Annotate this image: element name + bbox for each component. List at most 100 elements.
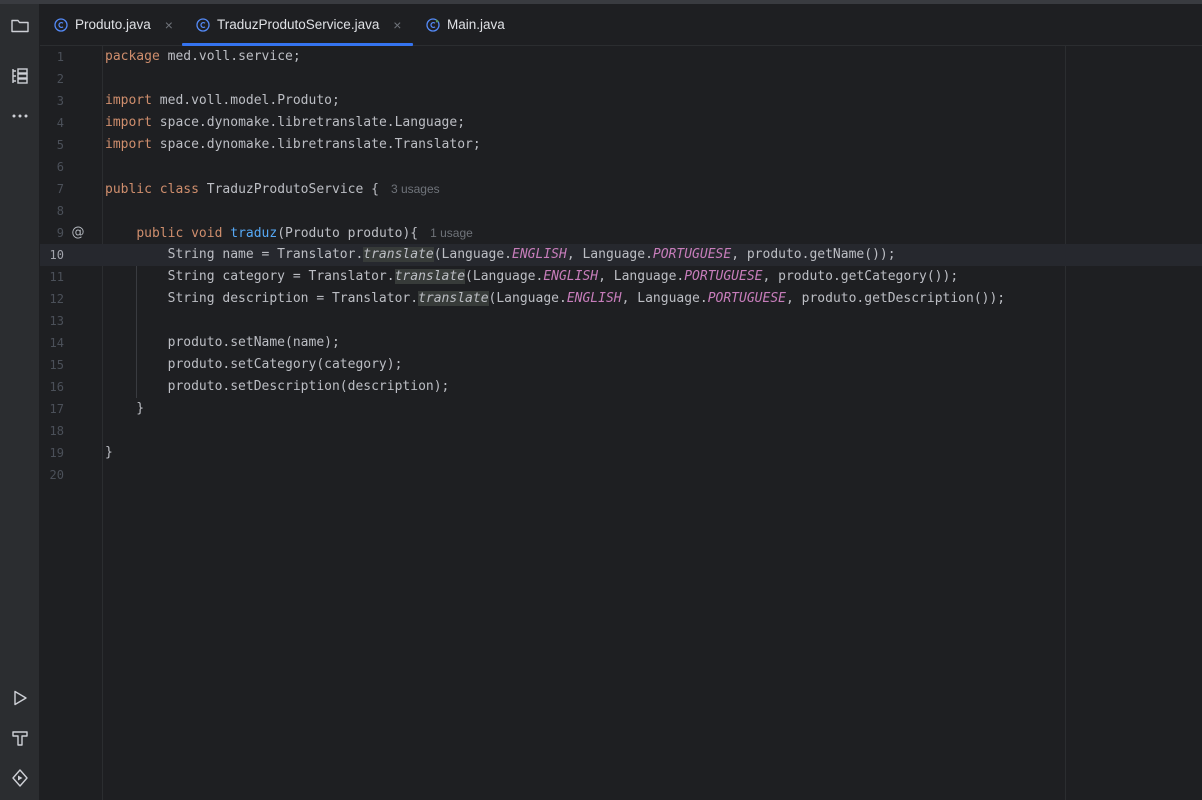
line-number[interactable]: 7 — [40, 178, 64, 200]
code-token: , Language. — [598, 269, 685, 284]
code-line[interactable]: 5 import space.dynomake.libretranslate.Tr… — [40, 134, 1202, 156]
more-icon[interactable] — [6, 102, 34, 130]
folder-icon[interactable] — [6, 11, 34, 39]
code-text: produto.setDescription(description); — [105, 376, 450, 398]
code-token: med.voll.service; — [167, 49, 301, 64]
code-token: ENGLISH — [512, 247, 567, 262]
code-text: package med.voll.service; — [105, 46, 301, 68]
code-text: String name = Translator.translate(Langu… — [105, 244, 896, 266]
code-token: space.dynomake.libretranslate.Translator… — [159, 137, 481, 152]
code-token: } — [105, 401, 145, 416]
close-icon[interactable]: × — [390, 18, 404, 32]
code-line[interactable]: 1 package med.voll.service; — [40, 46, 1202, 68]
code-text: public class TraduzProdutoService {3 usa… — [105, 178, 440, 201]
code-line[interactable]: 8 — [40, 200, 1202, 222]
line-number[interactable]: 12 — [40, 288, 64, 310]
line-number[interactable]: 20 — [40, 464, 64, 486]
code-line[interactable]: 9 @ public void traduz(Produto produto){1… — [40, 222, 1202, 244]
code-token: public — [105, 182, 160, 197]
structure-icon[interactable] — [6, 62, 34, 90]
line-number[interactable]: 13 — [40, 310, 64, 332]
code-line[interactable]: 17 } — [40, 398, 1202, 420]
code-token: } — [105, 445, 113, 460]
tab-label: Main.java — [447, 17, 505, 32]
code-token: , produto.getDescription()); — [785, 291, 1006, 306]
run-icon[interactable] — [6, 684, 34, 712]
code-token: translate — [394, 269, 466, 284]
code-token: (Produto produto){ — [277, 226, 419, 241]
java-main-class-icon — [426, 17, 440, 32]
line-number[interactable]: 9 — [40, 222, 64, 244]
code-line[interactable]: 2 — [40, 68, 1202, 90]
code-token: class — [159, 182, 207, 197]
line-number[interactable]: 15 — [40, 354, 64, 376]
activity-bar — [0, 4, 40, 800]
code-line[interactable]: 16 produto.setDescription(description); — [40, 376, 1202, 398]
code-token: package — [105, 49, 168, 64]
line-number[interactable]: 10 — [40, 244, 64, 266]
usages-hint[interactable]: 3 usages — [391, 182, 440, 196]
code-text: produto.setName(name); — [105, 332, 340, 354]
line-number[interactable]: 5 — [40, 134, 64, 156]
tab-label: TraduzProdutoService.java — [217, 17, 380, 32]
code-line[interactable]: 15 produto.setCategory(category); — [40, 354, 1202, 376]
code-token: produto.setCategory(category); — [105, 357, 403, 372]
line-number[interactable]: 17 — [40, 398, 64, 420]
tab-produto-java[interactable]: Produto.java × — [40, 4, 182, 45]
code-line[interactable]: 12 String description = Translator.trans… — [40, 288, 1202, 310]
code-token: med.voll.model.Produto; — [159, 93, 340, 108]
line-number[interactable]: 1 — [40, 46, 64, 68]
code-text: import space.dynomake.libretranslate.Tra… — [105, 134, 481, 156]
code-token: (Language. — [433, 247, 513, 262]
line-number[interactable]: 19 — [40, 442, 64, 464]
line-number[interactable]: 3 — [40, 90, 64, 112]
code-token: import — [105, 137, 160, 152]
editor-tab-bar: Produto.java × TraduzProdutoService.java… — [40, 4, 1202, 46]
code-text: } — [105, 398, 144, 420]
services-icon[interactable] — [6, 764, 34, 792]
close-icon[interactable]: × — [162, 18, 176, 32]
code-line[interactable]: 11 String category = Translator.translat… — [40, 266, 1202, 288]
usages-hint[interactable]: 1 usage — [430, 226, 473, 240]
code-token: String category = Translator. — [105, 269, 395, 284]
code-line[interactable]: 10 String name = Translator.translate(La… — [40, 244, 1202, 266]
code-token: (Language. — [488, 291, 567, 306]
code-token: ENGLISH — [543, 269, 599, 284]
line-number[interactable]: 11 — [40, 266, 64, 288]
code-line[interactable]: 13 — [40, 310, 1202, 332]
code-token: String name = Translator. — [105, 247, 364, 262]
line-number[interactable]: 4 — [40, 112, 64, 134]
code-text: import space.dynomake.libretranslate.Lan… — [105, 112, 465, 134]
code-token: space.dynomake.libretranslate.Language; — [159, 115, 466, 130]
code-line[interactable]: 4 import space.dynomake.libretranslate.La… — [40, 112, 1202, 134]
code-token: translate — [363, 247, 434, 262]
code-line[interactable]: 20 — [40, 464, 1202, 486]
code-line[interactable]: 14 produto.setName(name); — [40, 332, 1202, 354]
code-line[interactable]: 19} — [40, 442, 1202, 464]
code-line[interactable]: 7 public class TraduzProdutoService {3 us… — [40, 178, 1202, 200]
tab-traduz-produto-service-java[interactable]: TraduzProdutoService.java × — [182, 4, 413, 46]
line-number[interactable]: 18 — [40, 420, 64, 442]
line-number[interactable]: 14 — [40, 332, 64, 354]
code-token: public — [136, 226, 192, 241]
code-line[interactable]: 3 import med.voll.model.Produto; — [40, 90, 1202, 112]
code-token: void — [191, 226, 231, 241]
tab-main-java[interactable]: Main.java — [412, 4, 522, 45]
line-number[interactable]: 2 — [40, 68, 64, 90]
code-token: , produto.getName()); — [731, 247, 896, 262]
code-editor[interactable]: 1 package med.voll.service; 2 3 import med.v… — [40, 46, 1202, 800]
line-number[interactable]: 6 — [40, 156, 64, 178]
code-line[interactable]: 6 — [40, 156, 1202, 178]
code-token: String description = Translator. — [105, 291, 419, 306]
code-text: String category = Translator.translate(L… — [105, 266, 958, 288]
code-text: produto.setCategory(category); — [105, 354, 403, 376]
code-line[interactable]: 18 — [40, 420, 1202, 442]
code-token: , Language. — [566, 247, 653, 262]
line-number[interactable]: 8 — [40, 200, 64, 222]
build-icon[interactable] — [6, 724, 34, 752]
line-number[interactable]: 16 — [40, 376, 64, 398]
code-token: produto.setName(name); — [105, 335, 340, 350]
override-marker-icon[interactable]: @ — [69, 222, 87, 244]
code-token: , produto.getCategory()); — [762, 269, 959, 284]
